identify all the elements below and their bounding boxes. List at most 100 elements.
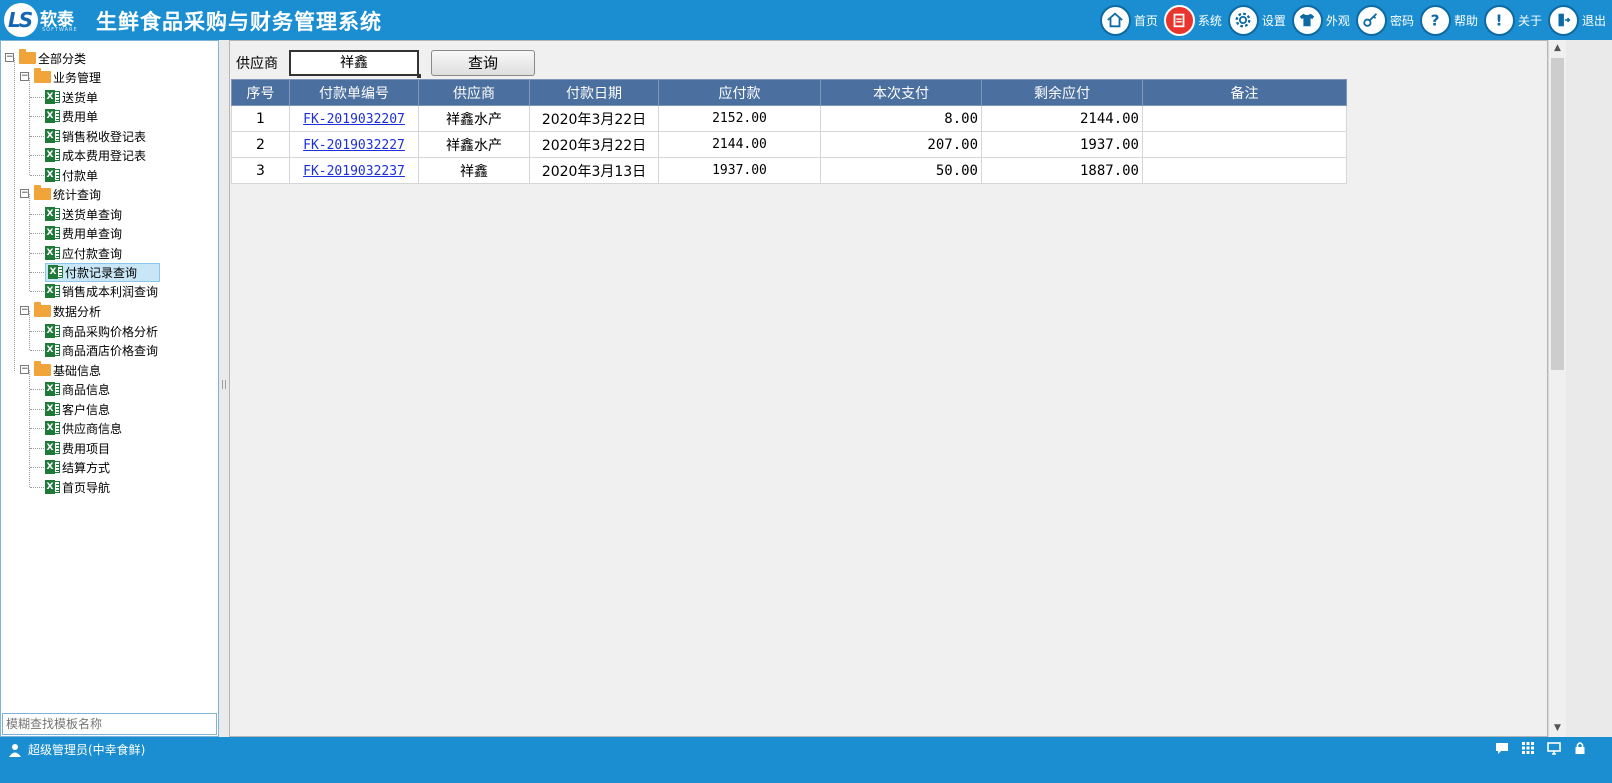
column-header[interactable]: 序号 xyxy=(231,79,290,106)
column-header[interactable]: 付款日期 xyxy=(529,79,659,106)
nav-exit-button[interactable]: 退出 xyxy=(1547,0,1610,40)
tree-group-label: 业务管理 xyxy=(53,70,102,85)
gear-icon xyxy=(1227,4,1259,36)
excel-icon: X xyxy=(45,284,60,298)
tree-line xyxy=(14,58,15,371)
tree-item-label: 付款记录查询 xyxy=(65,265,138,280)
nav-settings-button[interactable]: 设置 xyxy=(1227,0,1290,40)
column-header[interactable]: 付款单编号 xyxy=(289,79,419,106)
tree-item[interactable]: X 成本费用登记表 xyxy=(45,146,146,164)
table-row[interactable]: 2 FK-2019032227 祥鑫水产 2020年3月22日 2144.00 … xyxy=(231,131,1347,158)
tree-item-label: 销售成本利润查询 xyxy=(62,284,159,299)
excel-icon: X xyxy=(45,421,60,435)
folder-icon xyxy=(34,302,51,317)
vertical-scrollbar[interactable]: ▲ ▼ xyxy=(1548,40,1566,737)
grid-icon[interactable] xyxy=(1521,741,1535,755)
payment-code-link[interactable]: FK-2019032227 xyxy=(303,138,405,153)
supplier-input[interactable]: 祥鑫 xyxy=(289,50,421,78)
cell-remaining: 1937.00 xyxy=(981,131,1143,158)
column-header[interactable]: 供应商 xyxy=(418,79,530,106)
payment-code-link[interactable]: FK-2019032207 xyxy=(303,112,405,127)
excel-icon: X xyxy=(45,382,60,396)
excel-icon: X xyxy=(45,168,60,182)
cell-payable: 2152.00 xyxy=(658,105,821,132)
monitor-icon[interactable] xyxy=(1547,741,1561,755)
cell-date: 2020年3月22日 xyxy=(529,105,659,132)
cell-note xyxy=(1142,131,1347,158)
excel-icon: X xyxy=(45,148,60,162)
excel-icon: X xyxy=(45,109,60,123)
collapse-toggle-icon[interactable]: − xyxy=(20,365,29,374)
tree-group-label: 统计查询 xyxy=(53,187,102,202)
nav-system-button[interactable]: 系统 xyxy=(1163,0,1226,40)
nav-password-button[interactable]: 密码 xyxy=(1355,0,1418,40)
tree-item[interactable]: X 商品信息 xyxy=(45,380,110,398)
column-header[interactable]: 备注 xyxy=(1142,79,1347,106)
tree-item[interactable]: X 销售成本利润查询 xyxy=(45,282,158,300)
column-header[interactable]: 剩余应付 xyxy=(981,79,1143,106)
chat-icon[interactable] xyxy=(1495,741,1509,755)
tree-group-basic-info[interactable]: − 基础信息 xyxy=(20,361,101,379)
tree-item[interactable]: X 首页导航 xyxy=(45,478,110,496)
table-row[interactable]: 3 FK-2019032237 祥鑫 2020年3月13日 1937.00 50… xyxy=(231,157,1347,184)
collapse-toggle-icon[interactable]: − xyxy=(20,306,29,315)
table-row[interactable]: 1 FK-2019032207 祥鑫水产 2020年3月22日 2152.00 … xyxy=(231,105,1347,132)
cell-remaining: 2144.00 xyxy=(981,105,1143,132)
template-search-input[interactable] xyxy=(2,713,217,735)
tree-item[interactable]: X 送货单 xyxy=(45,88,98,106)
tree-item[interactable]: X 商品酒店价格查询 xyxy=(45,341,158,359)
nav-help-button[interactable]: ? 帮助 xyxy=(1419,0,1482,40)
nav-home-button[interactable]: 首页 xyxy=(1099,0,1162,40)
tree-item[interactable]: X 销售税收登记表 xyxy=(45,127,146,145)
tree-item[interactable]: X 客户信息 xyxy=(45,400,110,418)
app-title: 生鲜食品采购与财务管理系统 xyxy=(96,9,382,34)
nav-settings-label: 设置 xyxy=(1261,13,1286,28)
tree-item-label: 成本费用登记表 xyxy=(62,148,147,163)
cell-paid: 207.00 xyxy=(820,131,982,158)
lock-icon[interactable] xyxy=(1573,741,1587,755)
excel-icon: X xyxy=(45,343,60,357)
nav-home-label: 首页 xyxy=(1133,13,1158,28)
tree-item-label: 费用单 xyxy=(62,109,99,124)
nav-appearance-label: 外观 xyxy=(1325,13,1350,28)
query-button[interactable]: 查询 xyxy=(431,50,535,76)
status-user-label: 超级管理员(中幸食鲜) xyxy=(28,743,146,757)
tree-item[interactable]: X 费用项目 xyxy=(45,439,110,457)
panel-splitter[interactable]: || xyxy=(219,40,229,737)
cell-code: FK-2019032227 xyxy=(289,131,419,158)
cell-code: FK-2019032207 xyxy=(289,105,419,132)
tree-item[interactable]: X 应付款查询 xyxy=(45,244,122,262)
svg-text:?: ? xyxy=(1431,11,1440,29)
collapse-toggle-icon[interactable]: − xyxy=(20,72,29,81)
tree-item[interactable]: X 费用单查询 xyxy=(45,224,122,242)
shirt-icon xyxy=(1291,4,1323,36)
scroll-up-arrow-icon[interactable]: ▲ xyxy=(1549,40,1566,57)
nav-about-button[interactable]: ! 关于 xyxy=(1483,0,1546,40)
tree-item[interactable]: X 付款单 xyxy=(45,166,98,184)
tree-item[interactable]: X 费用单 xyxy=(45,107,98,125)
excel-icon: X xyxy=(45,324,60,338)
cell-payable: 1937.00 xyxy=(658,157,821,184)
folder-icon xyxy=(34,185,51,200)
tree-item-selected[interactable]: X 付款记录查询 xyxy=(34,262,161,282)
tree-item[interactable]: X 结算方式 xyxy=(45,458,110,476)
nav-appearance-button[interactable]: 外观 xyxy=(1291,0,1354,40)
tree-group-business[interactable]: − 业务管理 xyxy=(20,68,101,86)
tree-group-analysis[interactable]: − 数据分析 xyxy=(20,302,101,320)
column-header[interactable]: 本次支付 xyxy=(820,79,982,106)
tree-item[interactable]: X 送货单查询 xyxy=(45,205,122,223)
scroll-down-arrow-icon[interactable]: ▼ xyxy=(1549,720,1566,737)
system-icon xyxy=(1163,4,1195,36)
collapse-toggle-icon[interactable]: − xyxy=(20,189,29,198)
payment-code-link[interactable]: FK-2019032237 xyxy=(303,164,405,179)
collapse-toggle-icon[interactable]: − xyxy=(5,53,14,62)
tree-item[interactable]: X 供应商信息 xyxy=(45,419,122,437)
column-header[interactable]: 应付款 xyxy=(658,79,821,106)
excel-icon: X xyxy=(45,480,60,494)
tree-item-label: 费用单查询 xyxy=(62,226,123,241)
scrollbar-thumb[interactable] xyxy=(1551,58,1564,370)
tree-group-statistics[interactable]: − 统计查询 xyxy=(20,185,101,203)
tree-item[interactable]: X 商品采购价格分析 xyxy=(45,322,158,340)
tree-root[interactable]: − 全部分类 xyxy=(5,49,86,67)
tree-item-label: 付款单 xyxy=(62,168,99,183)
